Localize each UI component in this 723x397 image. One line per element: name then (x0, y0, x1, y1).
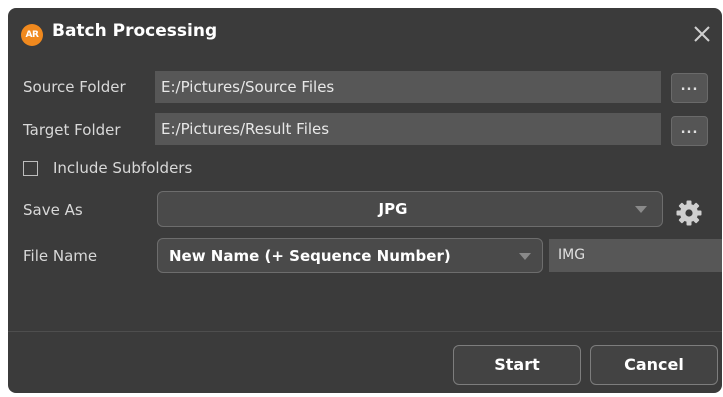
title-bar: AR Batch Processing (8, 8, 722, 60)
chevron-down-icon (519, 253, 531, 260)
include-subfolders-label: Include Subfolders (53, 159, 193, 177)
file-name-input[interactable]: IMG (549, 239, 722, 272)
batch-processing-dialog: AR Batch Processing Source Folder E:/Pic… (8, 8, 722, 393)
save-as-select[interactable]: JPG (157, 191, 663, 227)
dialog-title: Batch Processing (52, 21, 218, 41)
start-button[interactable]: Start (453, 345, 581, 385)
file-name-value: New Name (+ Sequence Number) (169, 247, 451, 265)
file-name-label: File Name (23, 247, 98, 265)
divider (8, 331, 722, 332)
source-folder-field[interactable]: E:/Pictures/Source Files (155, 71, 661, 103)
target-folder-label: Target Folder (23, 121, 121, 139)
include-subfolders-checkbox[interactable] (23, 161, 38, 176)
chevron-down-icon (635, 206, 647, 213)
gear-icon[interactable] (674, 198, 704, 228)
cancel-button[interactable]: Cancel (590, 345, 718, 385)
save-as-label: Save As (23, 201, 83, 219)
app-logo: AR (21, 24, 43, 46)
close-icon[interactable] (692, 24, 712, 44)
save-as-value: JPG (378, 200, 408, 218)
source-folder-label: Source Folder (23, 78, 126, 96)
file-name-select[interactable]: New Name (+ Sequence Number) (157, 238, 543, 273)
target-folder-field[interactable]: E:/Pictures/Result Files (155, 113, 661, 145)
target-browse-button[interactable]: ... (671, 116, 708, 146)
source-browse-button[interactable]: ... (671, 73, 708, 103)
